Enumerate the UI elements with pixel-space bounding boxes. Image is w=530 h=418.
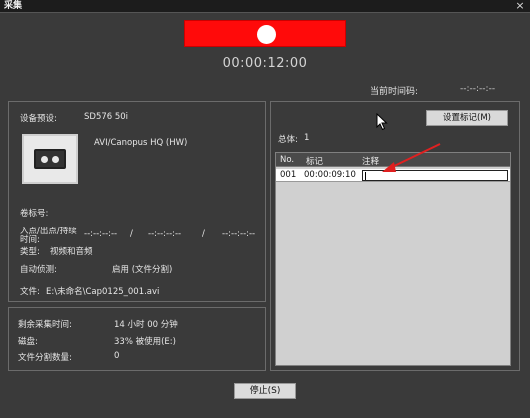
autodetect-label: 自动侦测:	[20, 265, 57, 275]
capture-timecode: 00:00:12:00	[222, 56, 308, 71]
total-label: 总体:	[278, 135, 298, 145]
column-header-note[interactable]: 注释	[362, 155, 379, 167]
remain-time-value: 14 小时 00 分钟	[114, 320, 178, 330]
column-header-mark[interactable]: 标记	[306, 155, 323, 167]
reel-label: 卷标号:	[20, 209, 49, 219]
stop-button[interactable]: 停止(S)	[234, 383, 296, 399]
disk-value: 33% 被使用(E:)	[114, 337, 176, 347]
preset-value: SD576 50i	[84, 112, 129, 122]
split-count-value: 0	[114, 351, 120, 361]
autodetect-value: 启用 (文件分割)	[112, 265, 173, 275]
record-button[interactable]	[184, 20, 346, 47]
title-bar: 采集 ×	[0, 0, 530, 13]
file-label: 文件:	[20, 287, 40, 297]
type-value: 视频和音频	[50, 247, 93, 257]
inout-label: 入点/出点/持续时间:	[20, 227, 77, 245]
file-path: E:\未命名\Cap0125_001.avi	[46, 287, 160, 297]
current-timecode-label: 当前时间码:	[370, 87, 419, 97]
column-header-no[interactable]: No.	[280, 155, 294, 165]
type-label: 类型:	[20, 247, 40, 257]
preset-label: 设备预设:	[20, 114, 57, 124]
set-mark-button[interactable]: 设置标记(M)	[426, 110, 508, 126]
annotation-arrow-icon	[380, 142, 442, 185]
row-mark-timecode: 00:00:09:10	[304, 170, 356, 180]
codec-label: AVI/Canopus HQ (HW)	[94, 138, 188, 148]
out-point-value: --:--:--:--	[148, 229, 182, 239]
text-caret	[365, 172, 366, 180]
remain-time-label: 剩余采集时间:	[18, 320, 72, 330]
record-dot-icon	[257, 25, 276, 44]
total-value: 1	[304, 133, 310, 143]
inout-separator: /	[202, 229, 205, 239]
row-no: 001	[280, 170, 297, 180]
current-timecode-value: --:--:--:--	[460, 84, 496, 94]
window-title: 采集	[4, 1, 23, 11]
duration-value: --:--:--:--	[222, 229, 256, 239]
inout-separator: /	[130, 229, 133, 239]
tape-device-icon	[22, 134, 78, 184]
split-count-label: 文件分割数量:	[18, 353, 72, 363]
in-point-value: --:--:--:--	[84, 229, 118, 239]
close-icon[interactable]: ×	[514, 0, 526, 13]
disk-label: 磁盘:	[18, 337, 38, 347]
